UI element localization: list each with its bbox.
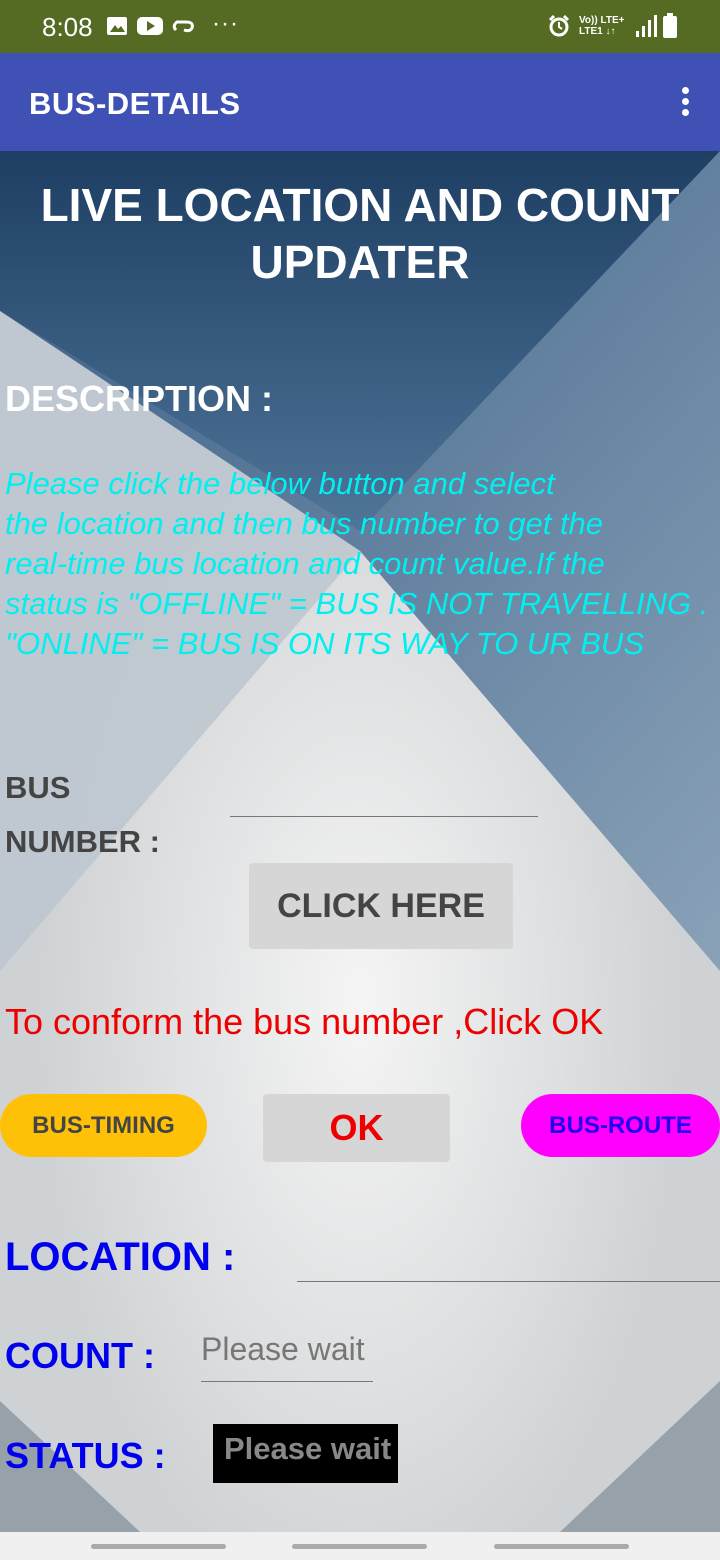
page-heading: LIVE LOCATION AND COUNT UPDATER	[40, 179, 680, 288]
battery-icon	[662, 13, 678, 44]
bus-timing-button[interactable]: BUS-TIMING	[0, 1094, 207, 1157]
confirm-instruction: To conform the bus number ,Click OK	[5, 1001, 604, 1042]
description-label: DESCRIPTION :	[5, 378, 274, 419]
bus-number-label: BUS NUMBER :	[5, 770, 160, 859]
description-text: Please click the below button and select…	[5, 466, 709, 661]
main-content: LIVE LOCATION AND COUNT UPDATER DESCRIPT…	[0, 151, 720, 1532]
count-label: COUNT :	[5, 1335, 155, 1376]
signal-icon	[635, 14, 657, 43]
image-icon	[106, 16, 128, 41]
click-here-button[interactable]: CLICK HERE	[249, 863, 513, 949]
overflow-menu-icon[interactable]	[680, 87, 690, 117]
app-title: BUS-DETAILS	[29, 86, 241, 121]
status-label: STATUS :	[5, 1435, 166, 1476]
location-label: LOCATION :	[5, 1235, 236, 1279]
overflow-notifications-icon: ···	[212, 10, 239, 37]
ok-button[interactable]: OK	[263, 1094, 450, 1162]
status-time: 8:08	[42, 12, 93, 42]
lte-text: LTE1 ↓↑	[579, 26, 616, 37]
count-value: Please wait	[201, 1331, 373, 1382]
home-nav-handle[interactable]	[292, 1544, 427, 1549]
bus-number-field[interactable]	[230, 815, 538, 817]
volte-icon: Vo)) LTE+ LTE1 ↓↑	[579, 15, 624, 37]
recents-nav-handle[interactable]	[91, 1544, 226, 1549]
volte-text: Vo)) LTE+	[579, 15, 625, 26]
status-bar: 8:08 ··· Vo)) LTE+ LTE1 ↓↑	[0, 0, 720, 53]
youtube-icon	[137, 16, 163, 41]
location-field[interactable]	[297, 1280, 720, 1282]
link-icon	[172, 18, 196, 39]
alarm-icon	[548, 14, 570, 42]
navigation-bar	[0, 1532, 720, 1560]
app-bar: BUS-DETAILS	[0, 53, 720, 151]
back-nav-handle[interactable]	[494, 1544, 629, 1549]
status-value: Please wait	[213, 1424, 398, 1483]
bus-route-button[interactable]: BUS-ROUTE	[521, 1094, 720, 1157]
